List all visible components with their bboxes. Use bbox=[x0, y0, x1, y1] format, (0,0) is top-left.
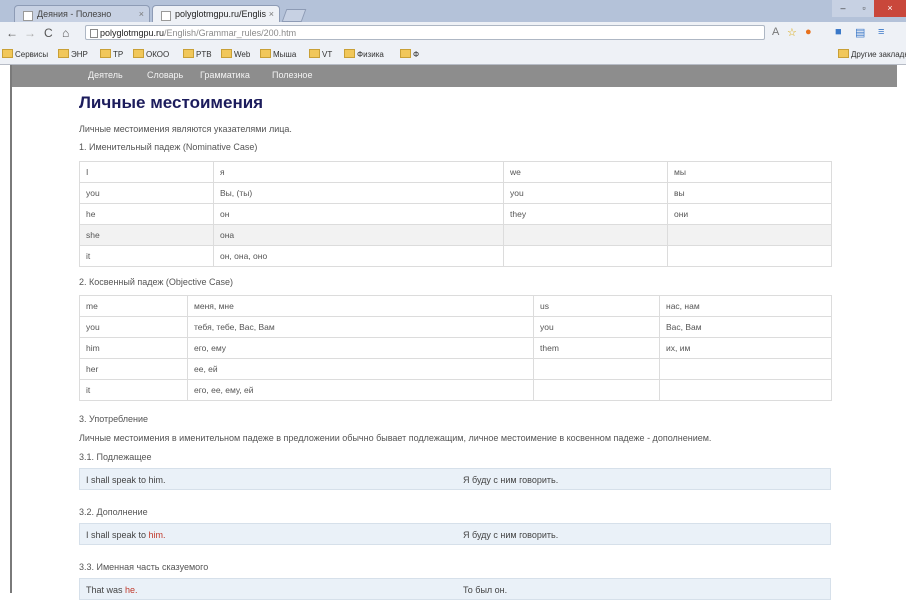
table-cell: меня, мне bbox=[187, 295, 534, 317]
table-cell bbox=[503, 245, 668, 267]
table-cell: она bbox=[213, 224, 504, 246]
table-cell bbox=[667, 224, 832, 246]
example-english: That was he. bbox=[86, 585, 138, 595]
table-cell: they bbox=[503, 203, 668, 225]
table-cell: her bbox=[79, 358, 188, 380]
table-cell bbox=[667, 245, 832, 267]
table-cell bbox=[503, 224, 668, 246]
table-row: her ее, ей bbox=[79, 358, 832, 380]
example-russian: То был он. bbox=[463, 585, 508, 595]
example-row: That was he. То был он. bbox=[79, 578, 831, 600]
usage-text: Личные местоимения в именительном падеже… bbox=[79, 433, 712, 443]
subsection-heading: 3.3. Именная часть сказуемого bbox=[79, 562, 209, 572]
table-row: it его, ее, ему, ей bbox=[79, 379, 832, 401]
table-cell bbox=[533, 379, 660, 401]
table-cell: it bbox=[79, 245, 214, 267]
table-cell: их, им bbox=[659, 337, 832, 359]
table-row: she она bbox=[79, 224, 832, 246]
table-cell: он, она, оно bbox=[213, 245, 504, 267]
table-cell: me bbox=[79, 295, 188, 317]
table-cell: you bbox=[533, 316, 660, 338]
example-english: I shall speak to him. bbox=[86, 530, 166, 540]
example-russian: Я буду с ним говорить. bbox=[463, 530, 559, 540]
table-cell: они bbox=[667, 203, 832, 225]
table-cell: us bbox=[533, 295, 660, 317]
table-cell: you bbox=[79, 182, 214, 204]
table-cell bbox=[659, 358, 832, 380]
table-cell: he bbox=[79, 203, 214, 225]
table-row: I я we мы bbox=[79, 161, 832, 183]
table-cell bbox=[659, 379, 832, 401]
subsection-heading: 3.2. Дополнение bbox=[79, 507, 148, 517]
table-row: you тебя, тебе, Вас, Вам you Вас, Вам bbox=[79, 316, 832, 338]
section-heading: 3. Употребление bbox=[79, 414, 149, 424]
table-cell: you bbox=[79, 316, 188, 338]
example-row: I shall speak to him. Я буду с ним говор… bbox=[79, 468, 831, 490]
nominative-table: I я we мы you Вы, (ты) you вы he он they… bbox=[79, 161, 832, 267]
table-cell: him bbox=[79, 337, 188, 359]
table-cell: тебя, тебе, Вас, Вам bbox=[187, 316, 534, 338]
page-content: Личные местоимения Личные местоимения яв… bbox=[0, 0, 906, 600]
table-cell: you bbox=[503, 182, 668, 204]
table-row: him его, ему them их, им bbox=[79, 337, 832, 359]
objective-table: me меня, мне us нас, нам you тебя, тебе,… bbox=[79, 295, 832, 401]
table-cell: we bbox=[503, 161, 668, 183]
page-title: Личные местоимения bbox=[79, 93, 264, 112]
table-cell: нас, нам bbox=[659, 295, 832, 317]
table-cell: его, ему bbox=[187, 337, 534, 359]
table-row: he он they они bbox=[79, 203, 832, 225]
table-cell bbox=[533, 358, 660, 380]
table-cell: Вас, Вам bbox=[659, 316, 832, 338]
table-cell: его, ее, ему, ей bbox=[187, 379, 534, 401]
table-row: it он, она, оно bbox=[79, 245, 832, 267]
table-cell: she bbox=[79, 224, 214, 246]
table-cell: them bbox=[533, 337, 660, 359]
table-cell: it bbox=[79, 379, 188, 401]
table-cell: вы bbox=[667, 182, 832, 204]
table-cell: я bbox=[213, 161, 504, 183]
example-row: I shall speak to him. Я буду с ним говор… bbox=[79, 523, 831, 545]
intro-text: Личные местоимения являются указателями … bbox=[79, 124, 292, 134]
table-row: you Вы, (ты) you вы bbox=[79, 182, 832, 204]
example-russian: Я буду с ним говорить. bbox=[463, 475, 559, 485]
section-heading: 1. Именительный падеж (Nominative Case) bbox=[79, 142, 258, 152]
section-heading: 2. Косвенный падеж (Objective Case) bbox=[79, 277, 233, 287]
table-cell: I bbox=[79, 161, 214, 183]
example-english: I shall speak to him. bbox=[86, 475, 166, 485]
table-cell: ее, ей bbox=[187, 358, 534, 380]
table-cell: он bbox=[213, 203, 504, 225]
table-cell: мы bbox=[667, 161, 832, 183]
table-cell: Вы, (ты) bbox=[213, 182, 504, 204]
subsection-heading: 3.1. Подлежащее bbox=[79, 452, 152, 462]
table-row: me меня, мне us нас, нам bbox=[79, 295, 832, 317]
